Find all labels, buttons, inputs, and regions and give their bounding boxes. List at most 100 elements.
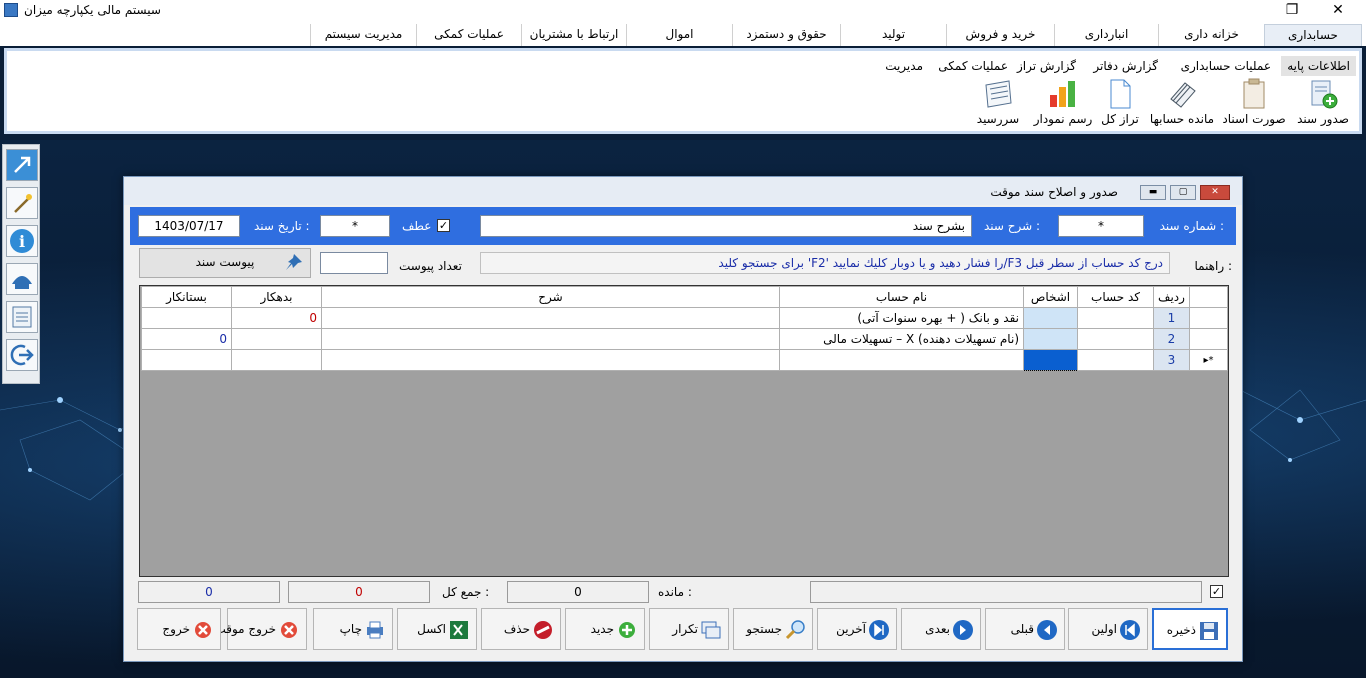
cancel-icon [281, 622, 297, 638]
col-debit[interactable]: بدهکار [231, 286, 322, 308]
subtab-ledger-reports[interactable]: گزارش دفاتر [1087, 56, 1164, 76]
cell-account-code[interactable] [1077, 349, 1154, 371]
document-icon [1110, 79, 1131, 109]
atf-checkbox[interactable]: ✓ [437, 219, 450, 232]
delete-button[interactable]: حذف [481, 608, 561, 650]
cell-account-name[interactable]: تسهیلات مالی – X (نام تسهیلات دهنده) [779, 328, 1024, 350]
new-button[interactable]: جدید [565, 608, 645, 650]
action-button-bar: ذخیره اولین قبلی بعدی آخرین جستجو تکرار [130, 605, 1236, 657]
cell-description[interactable] [321, 307, 780, 329]
excel-button[interactable]: اکسل [397, 608, 477, 650]
save-button[interactable]: ذخیره [1152, 608, 1228, 650]
cell-credit[interactable]: 0 [141, 328, 232, 350]
cell-persons-active[interactable] [1023, 349, 1078, 371]
minimize-icon[interactable]: ▬ [1140, 185, 1166, 200]
magic-wand-icon[interactable] [6, 187, 38, 219]
cell-debit[interactable] [231, 328, 322, 350]
save-icon [1200, 622, 1218, 640]
tab-inventory[interactable]: انبارداری [1054, 24, 1158, 46]
tab-accounting[interactable]: حسابداری [1264, 24, 1362, 46]
tab-crm[interactable]: ارتباط با مشتریان [521, 24, 626, 46]
col-persons[interactable]: اشخاص [1023, 286, 1078, 308]
clipboard-icon [1243, 78, 1265, 109]
tab-payroll[interactable]: حقوق و دستمزد [732, 24, 840, 46]
row-indicator[interactable] [1189, 307, 1228, 329]
next-button[interactable]: بعدی [901, 608, 981, 650]
subtab-base-info[interactable]: اطلاعات پایه [1281, 56, 1356, 76]
sum-label: جمع کل : [442, 585, 490, 599]
cell-persons[interactable] [1023, 307, 1078, 329]
tab-production[interactable]: تولید [840, 24, 946, 46]
col-account-code[interactable]: کد حساب [1077, 286, 1154, 308]
cell-description[interactable] [321, 349, 780, 371]
repeat-button[interactable]: تکرار [649, 608, 729, 650]
tab-treasury[interactable]: خزانه داری [1158, 24, 1264, 46]
subtab-balance-reports[interactable]: گزارش تراز [1011, 56, 1082, 76]
first-button[interactable]: اولین [1068, 608, 1148, 650]
status-field [810, 581, 1202, 603]
col-credit[interactable]: بستانکار [141, 286, 232, 308]
dialog-close-icon[interactable]: ✕ [1200, 185, 1230, 200]
attach-count-field[interactable] [320, 252, 388, 274]
logout-icon[interactable] [6, 339, 38, 371]
row-indicator[interactable] [1189, 328, 1228, 350]
previous-label: قبلی [1010, 622, 1034, 636]
issue-document-button[interactable]: صدور سند [1287, 77, 1359, 127]
last-button[interactable]: آخرین [817, 608, 897, 650]
due-date-button[interactable]: سررسید [963, 77, 1033, 127]
search-button[interactable]: جستجو [733, 608, 813, 650]
document-grid[interactable]: بستانکار بدهکار شرح نام حساب اشخاص کد حس… [139, 285, 1229, 577]
draw-chart-button[interactable]: رسم نمودار [1029, 77, 1097, 127]
document-list-button[interactable]: صورت اسناد [1219, 77, 1289, 127]
col-account-name[interactable]: نام حساب [779, 286, 1024, 308]
phone-icon[interactable] [6, 263, 38, 295]
tab-sales[interactable]: خرید و فروش [946, 24, 1054, 46]
cell-debit[interactable]: 0 [231, 307, 322, 329]
table-row[interactable]: 3 ▸* [141, 349, 1228, 371]
repeat-label: تکرار [672, 622, 698, 636]
print-button[interactable]: چاپ [313, 608, 393, 650]
table-row[interactable]: 0 نقد و بانک ( + بهره سنوات آتی) 1 [141, 307, 1228, 329]
temporary-exit-button[interactable]: خروج موقت [214, 608, 307, 650]
cell-row-number: 3 [1153, 349, 1190, 371]
expand-icon[interactable] [6, 149, 38, 181]
account-balances-button[interactable]: مانده حسابها [1143, 77, 1221, 127]
excel-icon [450, 621, 468, 639]
cell-account-code[interactable] [1077, 307, 1154, 329]
col-row-number[interactable]: ردیف [1153, 286, 1190, 308]
cell-persons[interactable] [1023, 328, 1078, 350]
cell-debit[interactable] [231, 349, 322, 371]
doc-date-field[interactable]: 1403/07/17 [138, 215, 240, 237]
trial-balance-button[interactable]: تراز کل [1093, 77, 1147, 127]
temporary-exit-label: خروج موقت [214, 622, 276, 636]
totals-checkbox[interactable]: ✓ [1210, 585, 1223, 598]
restore-icon[interactable]: ❐ [1272, 0, 1312, 22]
doc-number-field[interactable]: * [1058, 215, 1144, 237]
attach-document-button[interactable]: پیوست سند [139, 248, 311, 278]
subtab-accounting-ops[interactable]: عملیات حسابداری [1175, 56, 1277, 76]
maximize-icon[interactable]: ▢ [1170, 185, 1196, 200]
table-row[interactable]: 0 تسهیلات مالی – X (نام تسهیلات دهنده) 2 [141, 328, 1228, 350]
subtab-utilities[interactable]: عملیات کمکی [932, 56, 1014, 76]
tab-system-admin[interactable]: مدیریت سیستم [310, 24, 416, 46]
previous-button[interactable]: قبلی [985, 608, 1065, 650]
atf-field[interactable]: * [320, 215, 390, 237]
col-description[interactable]: شرح [321, 286, 780, 308]
info-icon[interactable]: i [6, 225, 38, 257]
cell-account-name[interactable] [779, 349, 1024, 371]
exit-button[interactable]: خروج [137, 608, 221, 650]
cell-description[interactable] [321, 328, 780, 350]
document-header-band: شماره سند : * شرح سند : بشرح سند عطف ✓ *… [130, 207, 1236, 245]
doc-desc-field[interactable]: بشرح سند [480, 215, 972, 237]
tab-assets[interactable]: اموال [626, 24, 732, 46]
subtab-management[interactable]: مدیریت [879, 56, 929, 76]
cell-account-name[interactable]: نقد و بانک ( + بهره سنوات آتی) [779, 307, 1024, 329]
cell-credit[interactable] [141, 349, 232, 371]
new-row-indicator[interactable]: ▸* [1189, 349, 1228, 371]
next-icon [953, 620, 973, 640]
tab-utilities[interactable]: عملیات کمکی [416, 24, 521, 46]
cell-account-code[interactable] [1077, 328, 1154, 350]
cell-credit[interactable] [141, 307, 232, 329]
close-icon[interactable]: ✕ [1318, 0, 1358, 22]
notes-icon[interactable] [6, 301, 38, 333]
